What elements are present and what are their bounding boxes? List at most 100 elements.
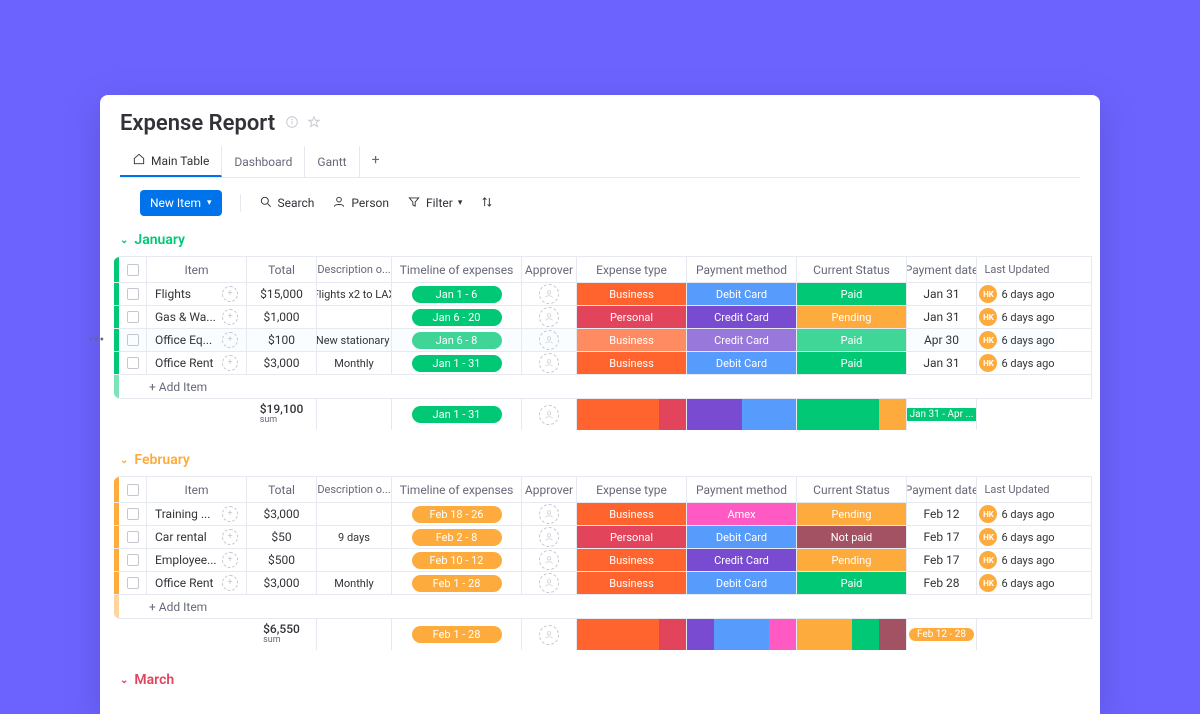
desc-cell[interactable]	[317, 503, 392, 525]
table-row[interactable]: Car rental+ $50 9 days Feb 2 - 8 Persona…	[114, 526, 1091, 549]
total-cell[interactable]: $1,000	[247, 306, 317, 328]
item-cell[interactable]: Office Rent+	[147, 572, 247, 594]
desc-cell[interactable]	[317, 306, 392, 328]
total-cell[interactable]: $3,000	[247, 352, 317, 374]
item-cell[interactable]: Office Eq...+	[147, 329, 247, 351]
col-approver[interactable]: Approver	[522, 257, 577, 282]
desc-cell[interactable]	[317, 549, 392, 571]
status-cell[interactable]: Pending	[797, 306, 907, 328]
total-cell[interactable]: $500	[247, 549, 317, 571]
col-desc[interactable]: Description o...	[317, 477, 392, 502]
desc-cell[interactable]: Monthly	[317, 352, 392, 374]
total-cell[interactable]: $3,000	[247, 503, 317, 525]
timeline-cell[interactable]: Jan 6 - 20	[392, 306, 522, 328]
payment-cell[interactable]: Credit Card	[687, 306, 797, 328]
col-status[interactable]: Current Status	[797, 477, 907, 502]
col-approver[interactable]: Approver	[522, 477, 577, 502]
status-cell[interactable]: Pending	[797, 549, 907, 571]
payment-cell[interactable]: Amex	[687, 503, 797, 525]
approver-cell[interactable]	[522, 283, 577, 305]
paydate-cell[interactable]: Feb 12	[907, 503, 977, 525]
col-total[interactable]: Total	[247, 257, 317, 282]
table-row[interactable]: Employee...+ $500 Feb 10 - 12 Business C…	[114, 549, 1091, 572]
col-payment[interactable]: Payment method	[687, 477, 797, 502]
col-updated[interactable]: Last Updated	[977, 477, 1057, 502]
sort-button[interactable]	[480, 195, 494, 212]
col-desc[interactable]: Description o...	[317, 257, 392, 282]
item-cell[interactable]: Car rental+	[147, 526, 247, 548]
tab-main-table[interactable]: Main Table	[120, 146, 222, 177]
timeline-cell[interactable]: Feb 18 - 26	[392, 503, 522, 525]
paydate-cell[interactable]: Feb 17	[907, 549, 977, 571]
select-all-checkbox[interactable]	[119, 477, 147, 502]
item-cell[interactable]: Office Rent+	[147, 352, 247, 374]
total-cell[interactable]: $100	[247, 329, 317, 351]
add-subitem-icon[interactable]: +	[222, 332, 238, 348]
row-checkbox[interactable]	[119, 329, 147, 351]
tab-gantt[interactable]: Gantt	[305, 146, 359, 177]
approver-cell[interactable]	[522, 329, 577, 351]
add-subitem-icon[interactable]: +	[222, 529, 238, 545]
approver-cell[interactable]	[522, 572, 577, 594]
desc-cell[interactable]: Monthly	[317, 572, 392, 594]
payment-cell[interactable]: Debit Card	[687, 572, 797, 594]
row-checkbox[interactable]	[119, 572, 147, 594]
paydate-cell[interactable]: Jan 31	[907, 306, 977, 328]
paydate-cell[interactable]: Jan 31	[907, 352, 977, 374]
desc-cell[interactable]: New stationary	[317, 329, 392, 351]
table-row[interactable]: Office Eq...+ $100 New stationary Jan 6 …	[114, 329, 1091, 352]
payment-cell[interactable]: Debit Card	[687, 283, 797, 305]
tab-dashboard[interactable]: Dashboard	[222, 146, 305, 177]
type-cell[interactable]: Business	[577, 572, 687, 594]
row-checkbox[interactable]	[119, 549, 147, 571]
paydate-cell[interactable]: Apr 30	[907, 329, 977, 351]
table-row[interactable]: Training ...+ $3,000 Feb 18 - 26 Busines…	[114, 503, 1091, 526]
approver-cell[interactable]	[522, 352, 577, 374]
add-subitem-icon[interactable]: +	[222, 309, 238, 325]
col-paydate[interactable]: Payment date	[907, 477, 977, 502]
col-total[interactable]: Total	[247, 477, 317, 502]
payment-cell[interactable]: Debit Card	[687, 352, 797, 374]
add-subitem-icon[interactable]: +	[222, 506, 238, 522]
status-cell[interactable]: Pending	[797, 503, 907, 525]
star-icon[interactable]	[307, 114, 321, 133]
col-status[interactable]: Current Status	[797, 257, 907, 282]
type-cell[interactable]: Business	[577, 352, 687, 374]
item-cell[interactable]: Training ...+	[147, 503, 247, 525]
item-cell[interactable]: Gas & Wa...+	[147, 306, 247, 328]
payment-cell[interactable]: Debit Card	[687, 526, 797, 548]
col-updated[interactable]: Last Updated	[977, 257, 1057, 282]
col-item[interactable]: Item	[147, 257, 247, 282]
timeline-cell[interactable]: Jan 6 - 8	[392, 329, 522, 351]
col-type[interactable]: Expense type	[577, 257, 687, 282]
col-paydate[interactable]: Payment date	[907, 257, 977, 282]
type-cell[interactable]: Business	[577, 329, 687, 351]
item-cell[interactable]: Employee...+	[147, 549, 247, 571]
type-cell[interactable]: Business	[577, 283, 687, 305]
add-subitem-icon[interactable]: +	[222, 286, 238, 302]
add-item-row[interactable]: + Add Item	[114, 375, 1091, 398]
table-row[interactable]: Flights+ $15,000 Flights x2 to LAX Jan 1…	[114, 283, 1091, 306]
group-header[interactable]: ⌄ February	[108, 448, 1092, 476]
desc-cell[interactable]: Flights x2 to LAX	[317, 283, 392, 305]
add-subitem-icon[interactable]: +	[222, 552, 238, 568]
group-header[interactable]: ⌄ January	[108, 228, 1092, 256]
row-checkbox[interactable]	[119, 503, 147, 525]
item-cell[interactable]: Flights+	[147, 283, 247, 305]
add-item-row[interactable]: + Add Item	[114, 595, 1091, 618]
filter-button[interactable]: Filter ▾	[407, 195, 462, 212]
select-all-checkbox[interactable]	[119, 257, 147, 282]
new-item-button[interactable]: New Item ▾	[140, 190, 222, 216]
status-cell[interactable]: Not paid	[797, 526, 907, 548]
row-checkbox[interactable]	[119, 526, 147, 548]
search-button[interactable]: Search	[259, 195, 315, 212]
payment-cell[interactable]: Credit Card	[687, 549, 797, 571]
status-cell[interactable]: Paid	[797, 329, 907, 351]
total-cell[interactable]: $15,000	[247, 283, 317, 305]
approver-cell[interactable]	[522, 503, 577, 525]
timeline-cell[interactable]: Feb 10 - 12	[392, 549, 522, 571]
row-checkbox[interactable]	[119, 283, 147, 305]
add-view-button[interactable]: +	[360, 146, 392, 177]
row-checkbox[interactable]	[119, 306, 147, 328]
col-item[interactable]: Item	[147, 477, 247, 502]
